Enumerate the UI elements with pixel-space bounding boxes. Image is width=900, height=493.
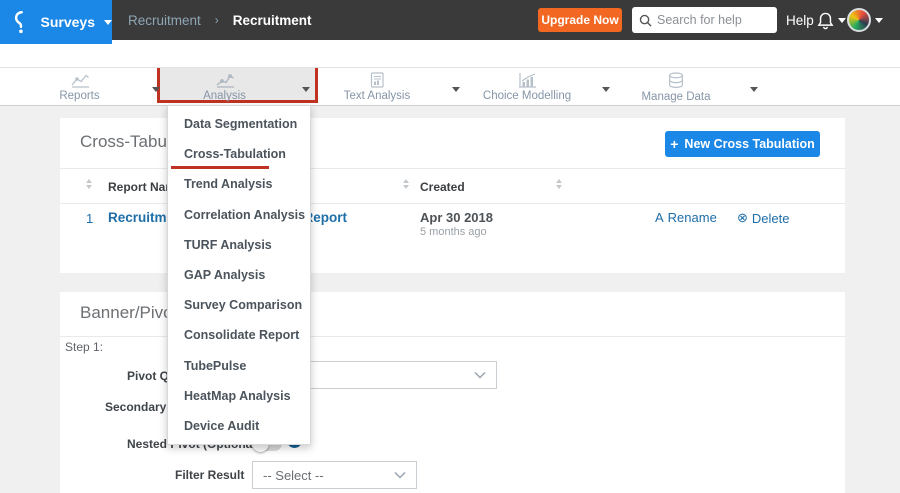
rename-label: Rename: [667, 210, 717, 225]
menu-item-survey-comparison[interactable]: Survey Comparison: [168, 290, 310, 320]
rename-button[interactable]: A Rename: [655, 210, 717, 225]
plus-icon: +: [670, 136, 679, 152]
menu-item-correlation-analysis[interactable]: Correlation Analysis: [168, 200, 310, 230]
search-input[interactable]: [657, 13, 767, 27]
account-menu[interactable]: [847, 0, 883, 40]
analysis-caret-icon: [302, 86, 310, 92]
choice-modelling-icon: [519, 73, 536, 88]
avatar: [847, 8, 871, 32]
menu-item-turf-analysis[interactable]: TURF Analysis: [168, 230, 310, 260]
analytics-toolbar: Reports Analysis Text Analysis Choice Mo…: [0, 64, 900, 106]
reports-caret-icon: [152, 86, 160, 92]
menu-item-cross-tabulation[interactable]: Cross-Tabulation: [168, 139, 310, 170]
new-cross-tabulation-label: New Cross Tabulation: [684, 137, 815, 151]
created-date: Apr 30 2018: [420, 210, 493, 225]
reports-chart-icon: [71, 74, 89, 88]
app-window: Surveys Recruitment › Recruitment Upgrad…: [0, 0, 900, 493]
rename-icon: A: [655, 210, 664, 225]
analysis-chart-icon: [216, 74, 234, 88]
toolbar-reports-label: Reports: [59, 90, 100, 102]
text-analysis-icon: [370, 72, 384, 88]
delete-button[interactable]: ⊗ Delete: [737, 210, 789, 226]
toolbar-text-analysis-label: Text Analysis: [343, 90, 411, 102]
product-caret-icon: [104, 19, 112, 25]
chevron-down-icon: [394, 471, 406, 479]
row-number: 1: [86, 211, 94, 226]
chevron-down-icon: [474, 371, 486, 379]
manage-data-caret-icon: [750, 86, 758, 92]
notifications-menu[interactable]: [817, 0, 846, 40]
bell-icon: [817, 12, 834, 29]
toolbar-manage-data-button[interactable]: Manage Data: [620, 70, 758, 104]
column-header-created[interactable]: Created: [420, 180, 465, 194]
database-icon: [668, 71, 684, 88]
sort-created-icon[interactable]: [403, 179, 409, 189]
product-name: Surveys: [40, 14, 95, 30]
filter-result-value: -- Select --: [263, 467, 324, 483]
menu-item-heatmap-analysis[interactable]: HeatMap Analysis: [168, 381, 310, 411]
created-relative: 5 months ago: [420, 226, 487, 238]
bell-caret-icon: [838, 17, 846, 23]
analysis-dropdown-menu: Data Segmentation Cross-Tabulation Trend…: [167, 105, 311, 446]
breadcrumb-separator-icon: ›: [214, 13, 219, 27]
new-cross-tabulation-button[interactable]: + New Cross Tabulation: [665, 131, 820, 157]
filter-result-select[interactable]: -- Select --: [252, 461, 417, 489]
toolbar-manage-data-label: Manage Data: [641, 90, 711, 103]
menu-item-trend-analysis[interactable]: Trend Analysis: [168, 169, 310, 199]
menu-item-cross-tabulation-label: Cross-Tabulation: [184, 147, 286, 162]
help-search[interactable]: [632, 7, 777, 33]
delete-label: Delete: [751, 210, 790, 226]
delete-icon: ⊗: [737, 210, 748, 225]
menu-item-gap-analysis[interactable]: GAP Analysis: [168, 260, 310, 290]
menu-item-consolidate-report[interactable]: Consolidate Report: [168, 320, 310, 350]
toolbar-text-analysis-button[interactable]: Text Analysis: [320, 70, 460, 104]
breadcrumb-current: Recruitment: [232, 12, 312, 28]
upgrade-now-button[interactable]: Upgrade Now: [538, 8, 622, 32]
menu-item-device-audit[interactable]: Device Audit: [168, 411, 310, 441]
search-icon: [639, 14, 652, 27]
help-link[interactable]: Help: [786, 0, 814, 40]
avatar-caret-icon: [875, 17, 883, 23]
menu-item-tubepulse[interactable]: TubePulse: [168, 351, 310, 381]
text-analysis-caret-icon: [452, 86, 460, 92]
sort-extra-icon[interactable]: [556, 179, 562, 189]
step-label: Step 1:: [65, 340, 104, 354]
breadcrumb: Recruitment › Recruitment: [128, 0, 312, 40]
choice-modelling-caret-icon: [602, 86, 610, 92]
toolbar-choice-modelling-label: Choice Modelling: [482, 90, 572, 102]
toolbar-analysis-button[interactable]: Analysis: [165, 70, 310, 104]
product-switcher[interactable]: Surveys: [0, 0, 112, 44]
questionpro-logo-icon: [14, 11, 23, 34]
filter-result-label: Filter Result: [175, 468, 245, 482]
survey-nav-bar: [0, 40, 900, 68]
breadcrumb-parent[interactable]: Recruitment: [128, 13, 201, 28]
menu-item-data-segmentation[interactable]: Data Segmentation: [168, 109, 310, 139]
sort-report-name-icon[interactable]: [86, 179, 92, 189]
toolbar-analysis-label: Analysis: [203, 90, 246, 102]
toolbar-reports-button[interactable]: Reports: [25, 70, 160, 104]
toolbar-choice-modelling-button[interactable]: Choice Modelling: [470, 70, 610, 104]
